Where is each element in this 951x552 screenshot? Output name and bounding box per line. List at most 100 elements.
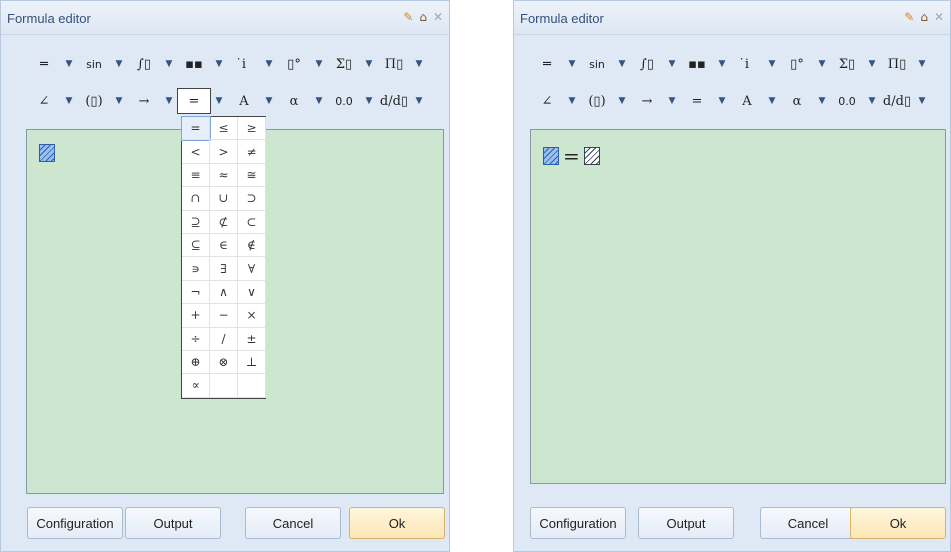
palette-symbol[interactable]: ≅ bbox=[238, 163, 266, 188]
ok-button[interactable]: Ok bbox=[349, 507, 445, 539]
palette-symbol[interactable]: ⊕ bbox=[182, 350, 210, 375]
palette-symbol[interactable]: ∃ bbox=[210, 257, 238, 281]
tool-arrow-dropdown-icon[interactable]: ▼ bbox=[161, 88, 177, 114]
tool-derivative-button[interactable]: d/d▯ bbox=[377, 88, 411, 114]
tool-font-dropdown-icon[interactable]: ▼ bbox=[261, 88, 277, 114]
tool-brackets-button[interactable]: (▯) bbox=[77, 88, 111, 114]
tool-number-button[interactable]: 0.0 bbox=[327, 88, 361, 114]
ok-button[interactable]: Ok bbox=[850, 507, 946, 539]
cancel-button[interactable]: Cancel bbox=[760, 507, 856, 539]
tool-fraction-dropdown-icon[interactable]: ▼ bbox=[564, 51, 580, 77]
palette-symbol[interactable]: ≤ bbox=[210, 117, 238, 141]
close-icon[interactable]: ✕ bbox=[934, 9, 944, 25]
palette-symbol[interactable]: ∉ bbox=[238, 233, 266, 258]
tool-derivative-dropdown-icon[interactable]: ▼ bbox=[914, 88, 930, 114]
palette-symbol[interactable]: < bbox=[182, 140, 210, 164]
palette-symbol[interactable]: + bbox=[182, 304, 210, 328]
palette-symbol[interactable]: ∪ bbox=[210, 187, 238, 211]
tool-matrix-button[interactable]: ▪▪ bbox=[680, 51, 714, 77]
edit-icon[interactable]: ✎ bbox=[403, 9, 413, 25]
tool-relation-dropdown-icon[interactable]: ▼ bbox=[211, 88, 227, 114]
tool-sin-button[interactable]: sin bbox=[77, 51, 111, 77]
edit-icon[interactable]: ✎ bbox=[904, 9, 914, 25]
tool-sum-button[interactable]: Σ▯ bbox=[830, 51, 864, 77]
tool-power-button[interactable]: ▯° bbox=[780, 51, 814, 77]
tool-matrix-button[interactable]: ▪▪ bbox=[177, 51, 211, 77]
settings-icon[interactable]: ⌂ bbox=[920, 9, 928, 25]
palette-symbol[interactable]: ∀ bbox=[238, 257, 266, 281]
palette-symbol[interactable]: ∩ bbox=[182, 187, 210, 211]
tool-fraction-dropdown-icon[interactable]: ▼ bbox=[61, 51, 77, 77]
palette-symbol[interactable]: / bbox=[210, 327, 238, 351]
tool-product-button[interactable]: Π▯ bbox=[880, 51, 914, 77]
palette-symbol[interactable]: ⊆ bbox=[182, 233, 210, 258]
tool-arrow-button[interactable]: → bbox=[127, 88, 161, 114]
formula-canvas[interactable]: = bbox=[530, 129, 946, 484]
tool-product-dropdown-icon[interactable]: ▼ bbox=[914, 51, 930, 77]
palette-symbol[interactable]: ÷ bbox=[182, 327, 210, 351]
palette-symbol[interactable]: = bbox=[181, 115, 211, 142]
tool-angle-dropdown-icon[interactable]: ▼ bbox=[61, 88, 77, 114]
tool-brackets-dropdown-icon[interactable]: ▼ bbox=[111, 88, 127, 114]
tool-relation-button[interactable]: = bbox=[680, 88, 714, 114]
tool-relation-button[interactable]: = bbox=[177, 88, 211, 114]
close-icon[interactable]: ✕ bbox=[433, 9, 443, 25]
tool-sin-dropdown-icon[interactable]: ▼ bbox=[111, 51, 127, 77]
configuration-button[interactable]: Configuration bbox=[530, 507, 626, 539]
tool-integral-dropdown-icon[interactable]: ▼ bbox=[664, 51, 680, 77]
tool-fraction-button[interactable]: ═ bbox=[27, 51, 61, 77]
output-button[interactable]: Output bbox=[125, 507, 221, 539]
tool-product-button[interactable]: Π▯ bbox=[377, 51, 411, 77]
tool-matrix-dropdown-icon[interactable]: ▼ bbox=[211, 51, 227, 77]
tool-dot-button[interactable]: ̇i bbox=[730, 51, 764, 77]
tool-greek-button[interactable]: α bbox=[277, 88, 311, 114]
tool-sum-dropdown-icon[interactable]: ▼ bbox=[864, 51, 880, 77]
tool-matrix-dropdown-icon[interactable]: ▼ bbox=[714, 51, 730, 77]
tool-dot-button[interactable]: ̇i bbox=[227, 51, 261, 77]
palette-symbol[interactable]: ∍ bbox=[182, 257, 210, 281]
palette-symbol[interactable]: ± bbox=[238, 327, 266, 351]
palette-symbol[interactable]: ∝ bbox=[182, 374, 210, 398]
output-button[interactable]: Output bbox=[638, 507, 734, 539]
placeholder-empty[interactable] bbox=[583, 147, 600, 165]
palette-symbol[interactable]: ≈ bbox=[210, 163, 238, 188]
tool-sum-dropdown-icon[interactable]: ▼ bbox=[361, 51, 377, 77]
palette-symbol[interactable]: ≥ bbox=[238, 117, 266, 141]
tool-font-button[interactable]: A bbox=[227, 88, 261, 114]
tool-angle-button[interactable]: ∠ bbox=[530, 88, 564, 114]
tool-number-dropdown-icon[interactable]: ▼ bbox=[361, 88, 377, 114]
palette-symbol[interactable]: − bbox=[210, 304, 238, 328]
cancel-button[interactable]: Cancel bbox=[245, 507, 341, 539]
palette-symbol[interactable]: ⊂ bbox=[238, 210, 266, 234]
placeholder-selected[interactable] bbox=[543, 147, 559, 165]
tool-greek-dropdown-icon[interactable]: ▼ bbox=[311, 88, 327, 114]
palette-symbol[interactable] bbox=[238, 374, 266, 398]
tool-integral-button[interactable]: ∫▯ bbox=[127, 51, 161, 77]
settings-icon[interactable]: ⌂ bbox=[419, 9, 427, 25]
palette-symbol[interactable]: > bbox=[210, 140, 238, 164]
tool-arrow-button[interactable]: → bbox=[630, 88, 664, 114]
tool-integral-button[interactable]: ∫▯ bbox=[630, 51, 664, 77]
palette-symbol[interactable]: ∈ bbox=[210, 233, 238, 258]
tool-brackets-dropdown-icon[interactable]: ▼ bbox=[614, 88, 630, 114]
tool-number-dropdown-icon[interactable]: ▼ bbox=[864, 88, 880, 114]
tool-font-button[interactable]: A bbox=[730, 88, 764, 114]
tool-power-dropdown-icon[interactable]: ▼ bbox=[311, 51, 327, 77]
palette-symbol[interactable]: ⊥ bbox=[238, 350, 266, 375]
configuration-button[interactable]: Configuration bbox=[27, 507, 123, 539]
tool-dot-dropdown-icon[interactable]: ▼ bbox=[764, 51, 780, 77]
tool-angle-button[interactable]: ∠ bbox=[27, 88, 61, 114]
tool-fraction-button[interactable]: ═ bbox=[530, 51, 564, 77]
palette-symbol[interactable]: ⊗ bbox=[210, 350, 238, 375]
tool-sum-button[interactable]: Σ▯ bbox=[327, 51, 361, 77]
tool-derivative-dropdown-icon[interactable]: ▼ bbox=[411, 88, 427, 114]
tool-arrow-dropdown-icon[interactable]: ▼ bbox=[664, 88, 680, 114]
palette-symbol[interactable]: ≡ bbox=[182, 163, 210, 188]
tool-number-button[interactable]: 0.0 bbox=[830, 88, 864, 114]
tool-greek-button[interactable]: α bbox=[780, 88, 814, 114]
palette-symbol[interactable]: ∨ bbox=[238, 280, 266, 305]
palette-symbol[interactable] bbox=[210, 374, 238, 398]
tool-angle-dropdown-icon[interactable]: ▼ bbox=[564, 88, 580, 114]
tool-relation-dropdown-icon[interactable]: ▼ bbox=[714, 88, 730, 114]
tool-sin-dropdown-icon[interactable]: ▼ bbox=[614, 51, 630, 77]
